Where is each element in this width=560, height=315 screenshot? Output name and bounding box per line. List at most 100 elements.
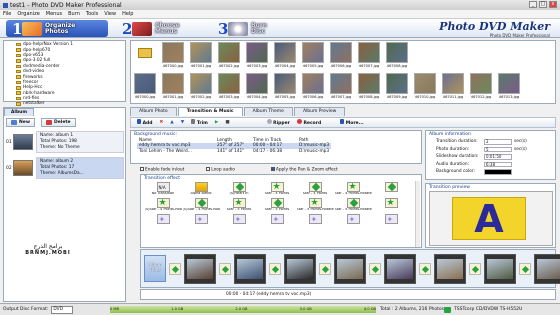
loop-checkbox[interactable]: Loop audio — [206, 166, 235, 172]
photo-thumbnail[interactable]: 467008.jpg — [356, 73, 382, 103]
transition-effect[interactable]: (S)Heart In — [220, 182, 258, 198]
play-icon[interactable]: ▶ — [215, 120, 218, 125]
photo-thumbnail[interactable]: 467002.jpg — [216, 42, 242, 72]
stop-icon[interactable]: ■ — [225, 120, 229, 125]
storyboard-photo[interactable] — [184, 254, 216, 284]
photo-thumbnail[interactable]: 467005.jpg — [272, 73, 298, 103]
tab-transition-music[interactable]: Transition & Music — [177, 107, 243, 116]
storyboard-photo[interactable] — [384, 254, 416, 284]
fade-checkbox[interactable]: Enable fade in/out — [140, 166, 184, 172]
transition-effect[interactable]: ★(S)Star - 4 Points-Rotate — [144, 198, 182, 214]
folder-item[interactable]: netstalker — [6, 101, 123, 106]
transition-effect[interactable]: ★ Star - 5 Points-Rotate — [296, 198, 334, 214]
transition-effect[interactable]: ✦ — [334, 214, 372, 230]
transition-effect[interactable]: ★ Star - 5 Points — [220, 198, 258, 214]
photo-thumbnail[interactable]: 467007.jpg — [356, 42, 382, 72]
album-item[interactable]: 01 Name: album 1 Total Photos: 198 Theme… — [6, 130, 124, 154]
photo-thumbnail[interactable]: 467013.jpg — [496, 73, 522, 103]
music-row[interactable]: eddy hemra tv voc.mp3 257" of 257" 00:00… — [137, 143, 332, 149]
folder-thumbnail[interactable] — [132, 42, 158, 72]
tab-album-theme[interactable]: Album Theme — [243, 107, 293, 116]
photo-thumbnail[interactable]: 467010.jpg — [412, 73, 438, 103]
storyboard-transition[interactable] — [269, 263, 281, 275]
storyboard-transition[interactable] — [369, 263, 381, 275]
new-album-button[interactable]: New — [6, 118, 35, 127]
album-titles-button[interactable]: Album Titles — [144, 255, 166, 282]
transition-effect[interactable]: ★ — [372, 198, 410, 214]
photo-thumbnail[interactable]: 467001.jpg — [160, 73, 186, 103]
background-color-picker[interactable] — [484, 169, 512, 175]
photo-thumbnail[interactable]: 467002.jpg — [188, 73, 214, 103]
storyboard-transition[interactable] — [519, 263, 531, 275]
more-button[interactable]: More... — [340, 119, 364, 126]
photo-thumbnail[interactable]: 467004.jpg — [272, 42, 298, 72]
folder-tree[interactable]: dpo-help/Nox Version 1 dpo-help670 dpo-v65… — [3, 40, 126, 106]
transition-effect[interactable]: ✦ — [372, 214, 410, 230]
photo-thumbnail[interactable]: 467011.jpg — [440, 73, 466, 103]
record-button[interactable]: Record — [296, 119, 321, 126]
storyboard-transition[interactable] — [219, 263, 231, 275]
transition-effect[interactable]: Star - 5 Points — [258, 198, 296, 214]
transition-effect[interactable]: (S)Star - 4 Points-Rotate — [182, 198, 220, 214]
storyboard-photo[interactable] — [334, 254, 366, 284]
transition-effect[interactable]: N/A No Transition — [144, 182, 182, 198]
tab-album-photo[interactable]: Album Photo — [130, 107, 177, 116]
storyboard-photo[interactable] — [534, 254, 560, 284]
photo-thumbnail[interactable]: 467006.jpg — [300, 73, 326, 103]
transition-effect[interactable]: ✦ — [144, 214, 182, 230]
menu-organize[interactable]: Organize — [17, 11, 39, 17]
minimize-button[interactable]: _ — [529, 1, 537, 8]
tab-album[interactable]: Album — [4, 108, 34, 116]
transition-effect[interactable]: ★ Star - 4 Points — [258, 182, 296, 198]
photo-thumbnail[interactable]: 467000.jpg — [160, 42, 186, 72]
transition-effect[interactable]: ✦ — [296, 214, 334, 230]
photo-thumbnail[interactable]: 467003.jpg — [244, 42, 270, 72]
menu-view[interactable]: View — [104, 11, 116, 17]
ripper-button[interactable]: Ripper — [266, 119, 290, 126]
storyboard-transition[interactable] — [469, 263, 481, 275]
photo-thumbnail[interactable]: 467006.jpg — [328, 42, 354, 72]
transition-duration-input[interactable]: 2 — [484, 139, 512, 145]
step-burn-disc[interactable]: 3 Burn Disc — [218, 19, 281, 38]
panzoom-checkbox[interactable]: Apply the Pan & Zoom effect — [270, 166, 338, 172]
storyboard-photo[interactable] — [434, 254, 466, 284]
photo-thumbnail[interactable]: 467012.jpg — [468, 73, 494, 103]
transition-effect[interactable]: ★ Star - 4 Points-Rotate — [334, 182, 372, 198]
music-row[interactable]: Toni Lehim - The Weird... 141" of 141" 0… — [137, 149, 331, 154]
transition-effect[interactable]: ✦ — [220, 214, 258, 230]
storyboard-photo[interactable] — [234, 254, 266, 284]
add-music-button[interactable]: Add — [137, 119, 153, 126]
storyboard-transition[interactable] — [169, 263, 181, 275]
step-organize-photos[interactable]: 1 Organize Photos — [12, 19, 83, 38]
transition-effect[interactable]: Alpha Blend — [182, 182, 220, 198]
delete-album-button[interactable]: Delete — [40, 118, 76, 127]
transition-effect[interactable]: ✦ — [182, 214, 220, 230]
close-button[interactable]: x — [549, 1, 557, 8]
storyboard-photo[interactable] — [484, 254, 516, 284]
photo-thumbnail[interactable]: 467000.jpg — [132, 73, 158, 103]
menu-file[interactable]: File — [3, 11, 11, 17]
photo-thumbnail[interactable]: 467007.jpg — [328, 73, 354, 103]
transition-effect[interactable] — [372, 182, 410, 198]
photo-thumbnail[interactable]: 467008.jpg — [384, 42, 410, 72]
move-down-icon[interactable]: ▼ — [181, 120, 184, 125]
photo-thumbnail[interactable]: 467004.jpg — [244, 73, 270, 103]
output-format-select[interactable]: DVD — [51, 305, 74, 314]
move-up-icon[interactable]: ▲ — [170, 120, 173, 125]
effects-scrollbar[interactable] — [415, 181, 420, 247]
maximize-button[interactable]: □ — [539, 1, 547, 8]
photo-thumbnail[interactable]: 467005.jpg — [300, 42, 326, 72]
step-choose-menus[interactable]: 2 Choose Menus — [122, 19, 193, 38]
remove-icon[interactable]: ✖ — [160, 120, 164, 125]
menu-tools[interactable]: Tools — [86, 11, 98, 17]
transition-effect[interactable]: ✦ — [258, 214, 296, 230]
transition-effect[interactable]: Star - 4 Points — [296, 182, 334, 198]
storyboard-transition[interactable] — [419, 263, 431, 275]
album-item[interactable]: 02 Name: album 2 Total Photos: 17 Theme:… — [6, 156, 124, 180]
tab-album-preview[interactable]: Album Preview — [293, 107, 346, 116]
storyboard-transition[interactable] — [319, 263, 331, 275]
storyboard-photo[interactable] — [284, 254, 316, 284]
transition-effect[interactable]: Star - 5 Points-Rotate — [334, 198, 372, 214]
menu-help[interactable]: Help — [122, 11, 133, 17]
photo-thumbnail[interactable]: 467003.jpg — [216, 73, 242, 103]
